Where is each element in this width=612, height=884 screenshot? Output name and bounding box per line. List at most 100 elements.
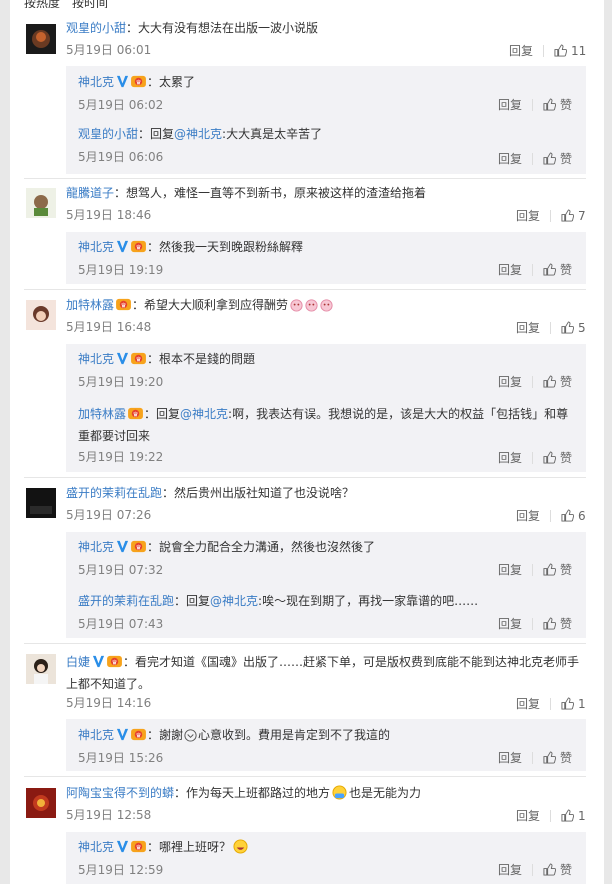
divider: [532, 451, 534, 464]
reply-button[interactable]: 回复: [516, 319, 540, 336]
reply-button[interactable]: 回复: [498, 373, 522, 390]
comment-author[interactable]: 阿陶宝宝得不到的蟒: [66, 786, 174, 800]
reply-button[interactable]: 回复: [509, 42, 533, 59]
comment-author[interactable]: 加特林露: [66, 298, 114, 312]
like-icon[interactable]: [543, 451, 556, 464]
like-button[interactable]: 赞: [560, 615, 572, 632]
like-count[interactable]: 6: [578, 509, 586, 523]
tab-time[interactable]: 按时间: [72, 0, 108, 8]
like-count[interactable]: 1: [578, 697, 586, 711]
reply-button[interactable]: 回复: [498, 615, 522, 632]
reply-author[interactable]: 神北克: [78, 728, 114, 742]
like-icon[interactable]: [543, 375, 556, 388]
like-icon[interactable]: [543, 751, 556, 764]
divider: [550, 321, 552, 334]
avatar[interactable]: [26, 488, 56, 518]
reply-author[interactable]: 观皇的小甜: [78, 127, 138, 141]
reply-text-cont: :大大真是太辛苦了: [222, 127, 323, 141]
comment-author[interactable]: 观皇的小甜: [66, 21, 126, 35]
member-badge-icon: [131, 728, 146, 741]
like-icon[interactable]: [543, 563, 556, 576]
avatar[interactable]: [26, 300, 56, 330]
reply-actions: 回复 赞: [498, 861, 572, 878]
mention-link[interactable]: @神北克: [174, 127, 222, 141]
laughing-emoji-icon: [233, 839, 248, 854]
comment-line: 盛开的茉莉在乱跑：然后贵州出版社知道了也没说啥？: [66, 485, 354, 501]
like-icon[interactable]: [561, 697, 574, 710]
comment-author[interactable]: 盛开的茉莉在乱跑: [66, 486, 162, 500]
comment-line: 观皇的小甜：大大有没有想法在出版一波小说版: [66, 20, 318, 36]
reply-author[interactable]: 盛开的茉莉在乱跑: [78, 594, 174, 608]
reply-actions: 回复 赞: [498, 261, 572, 278]
reply-button[interactable]: 回复: [498, 449, 522, 466]
member-badge-icon: [131, 240, 146, 253]
like-count[interactable]: 11: [571, 44, 586, 58]
reply-author[interactable]: 神北克: [78, 840, 114, 854]
reply-author[interactable]: 神北克: [78, 75, 114, 89]
like-count[interactable]: 5: [578, 321, 586, 335]
heart-emoji-icon: [184, 729, 197, 742]
comment-line: 加特林露 ：希望大大顺利拿到应得酬劳: [66, 297, 334, 313]
emoji-icon: [289, 298, 334, 312]
reply-button[interactable]: 回复: [516, 807, 540, 824]
like-button[interactable]: 赞: [560, 373, 572, 390]
divider: [550, 509, 552, 522]
reply-author[interactable]: 神北克: [78, 352, 114, 366]
avatar[interactable]: [26, 654, 56, 684]
like-button[interactable]: 赞: [560, 96, 572, 113]
reply-author[interactable]: 神北克: [78, 240, 114, 254]
like-icon[interactable]: [543, 152, 556, 165]
reply-button[interactable]: 回复: [516, 207, 540, 224]
avatar[interactable]: [26, 788, 56, 818]
reply-button[interactable]: 回复: [516, 695, 540, 712]
reply-text: ：回复: [138, 127, 175, 141]
comment-date: 5月19日 07:26: [66, 508, 152, 522]
reply-author[interactable]: 神北克: [78, 540, 114, 554]
tab-hot[interactable]: 按热度: [24, 0, 60, 8]
like-count[interactable]: 7: [578, 209, 586, 223]
like-icon[interactable]: [543, 863, 556, 876]
member-badge-icon: [131, 352, 146, 365]
like-icon[interactable]: [554, 44, 567, 57]
mention-link[interactable]: @神北克: [180, 407, 228, 421]
reply-thread: 神北克 ：謝謝 心意收到。費用是肯定到不了我這的 5月19日 15:26 回复赞: [66, 719, 586, 771]
page-right-edge: [604, 0, 612, 884]
reply-button[interactable]: 回复: [498, 96, 522, 113]
reply-button[interactable]: 回复: [498, 150, 522, 167]
like-icon[interactable]: [543, 98, 556, 111]
like-icon[interactable]: [543, 617, 556, 630]
like-button[interactable]: 赞: [560, 561, 572, 578]
like-count[interactable]: 1: [578, 809, 586, 823]
reply-text: ：太累了: [147, 75, 196, 89]
comment-author[interactable]: 龍騰道子: [66, 186, 114, 200]
reply-button[interactable]: 回复: [498, 861, 522, 878]
like-button[interactable]: 赞: [560, 861, 572, 878]
comment-actions: 回复 7: [516, 207, 586, 224]
reply-button[interactable]: 回复: [498, 561, 522, 578]
like-icon[interactable]: [561, 509, 574, 522]
member-badge-icon: [128, 407, 143, 420]
reply-button[interactable]: 回复: [498, 261, 522, 278]
reply-actions: 回复 赞: [498, 561, 572, 578]
like-button[interactable]: 赞: [560, 449, 572, 466]
avatar[interactable]: [26, 24, 56, 54]
like-icon[interactable]: [543, 263, 556, 276]
comment-divider: [24, 477, 586, 478]
comment-author[interactable]: 白婕: [66, 655, 90, 669]
reply-actions: 回复 赞: [498, 449, 572, 466]
like-icon[interactable]: [561, 209, 574, 222]
like-button[interactable]: 赞: [560, 261, 572, 278]
like-icon[interactable]: [561, 321, 574, 334]
like-button[interactable]: 赞: [560, 150, 572, 167]
avatar[interactable]: [26, 188, 56, 218]
like-icon[interactable]: [561, 809, 574, 822]
verified-icon: [92, 655, 105, 668]
reply-button[interactable]: 回复: [498, 749, 522, 766]
divider: [532, 863, 534, 876]
page-left-edge: [0, 0, 10, 884]
reply-button[interactable]: 回复: [516, 507, 540, 524]
reply-text: ：回复: [144, 407, 181, 421]
mention-link[interactable]: @神北克: [210, 594, 258, 608]
like-button[interactable]: 赞: [560, 749, 572, 766]
reply-author[interactable]: 加特林露: [78, 407, 126, 421]
